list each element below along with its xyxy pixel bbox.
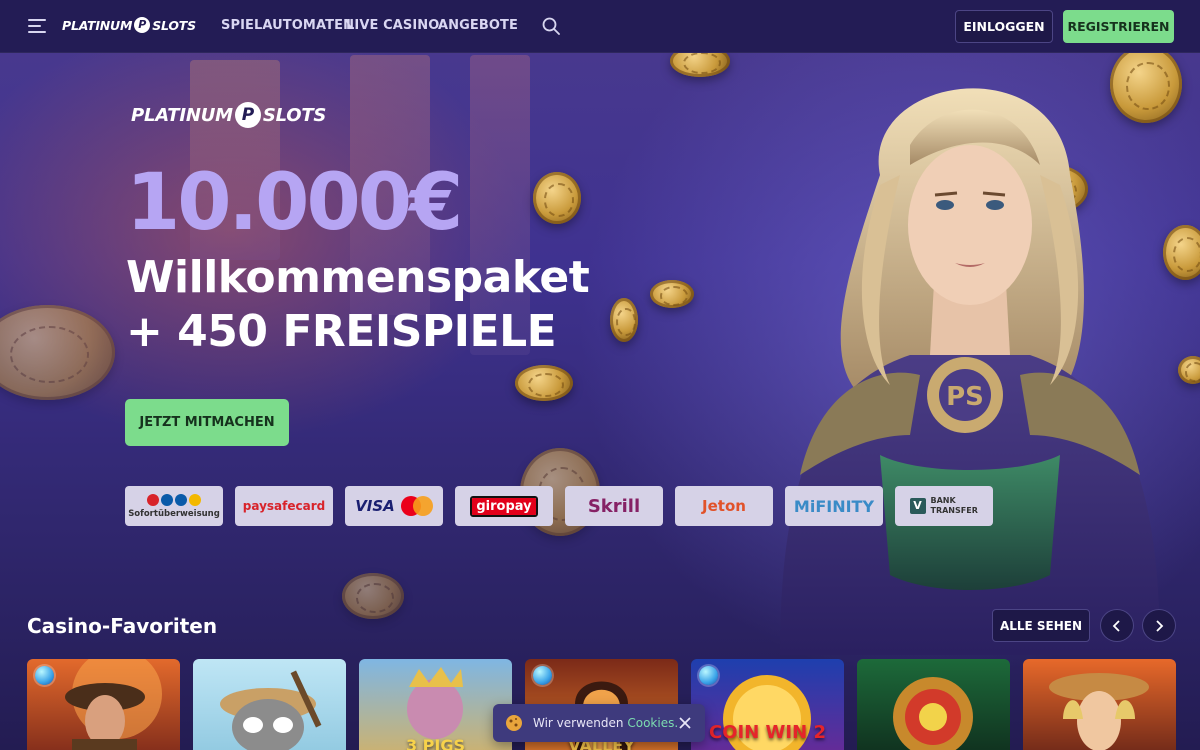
brand-logo[interactable]: PLATINUM SLOTS: [62, 17, 196, 33]
carousel-next-button[interactable]: [1142, 609, 1176, 642]
payment-paysafecard-label: paysafecard: [242, 499, 326, 513]
brand-logo-left-text: PLATINUM: [62, 17, 133, 33]
brand-logo-right-text: SLOTS: [152, 17, 196, 33]
hero-logo-left-text: PLATINUM: [131, 104, 233, 126]
gold-coin-icon: [0, 305, 115, 400]
bonus-amount: 10.000€: [126, 158, 463, 248]
close-icon[interactable]: [677, 715, 693, 731]
cookie-policy-link[interactable]: Cookies.: [627, 716, 678, 730]
carousel-prev-button[interactable]: [1100, 609, 1134, 642]
gold-coin-icon: [342, 573, 404, 619]
bank-icon: V: [909, 498, 926, 514]
hamburger-menu-icon[interactable]: [28, 19, 46, 33]
game-title: 3 PIGS: [405, 736, 466, 750]
payment-sofort-label: Sofortüberweisung: [128, 508, 220, 519]
nav-link-spielautomaten[interactable]: SPIELAUTOMATEN: [221, 18, 354, 33]
payment-giropay-label: giropay: [472, 497, 536, 515]
nav-link-live-casino[interactable]: LIVE CASINO: [346, 18, 439, 33]
payment-methods: Sofortüberweisung paysafecard VISA girop…: [125, 486, 993, 526]
game-tile[interactable]: [1023, 659, 1176, 750]
gold-coin-icon: [533, 172, 581, 224]
jackpot-badge-icon: [699, 666, 718, 685]
game-tile[interactable]: [857, 659, 1010, 750]
game-tile[interactable]: [193, 659, 346, 750]
register-button[interactable]: REGISTRIEREN: [1063, 10, 1174, 43]
cookie-icon: [506, 715, 522, 731]
gold-coin-icon: [610, 298, 638, 342]
game-thumbnail: [1049, 673, 1149, 750]
brand-gear-icon: [134, 17, 151, 33]
hero-brand-gear-icon: [234, 102, 261, 128]
payment-jeton-logo: Jeton: [675, 486, 773, 526]
payment-skrill-label: Skrill: [587, 495, 641, 517]
chevron-right-icon: [1156, 619, 1164, 632]
cookie-message: Wir verwenden Cookies.: [533, 716, 678, 730]
chevron-left-icon: [1112, 619, 1120, 632]
svg-text:PS: PS: [946, 382, 984, 412]
payment-sofort-logo: Sofortüberweisung: [125, 486, 223, 526]
search-icon[interactable]: [542, 17, 560, 35]
cookie-text: Wir verwenden: [533, 716, 624, 730]
payment-mifinity-logo: MiFINITY: [785, 486, 883, 526]
join-now-button[interactable]: JETZT MITMACHEN: [125, 399, 289, 446]
favorites-section-title: Casino-Favoriten: [27, 614, 218, 638]
game-tile[interactable]: COIN WIN 2: [691, 659, 844, 750]
payment-giropay-logo: giropay: [455, 486, 553, 526]
cookie-banner: Wir verwenden Cookies.: [493, 704, 705, 742]
game-thumbnail: [220, 670, 322, 750]
payment-visa-mastercard-logo: VISA: [345, 486, 443, 526]
top-navigation-bar: PLATINUM SLOTS SPIELAUTOMATEN LIVE CASIN…: [0, 0, 1200, 53]
login-button[interactable]: EINLOGGEN: [955, 10, 1053, 43]
payment-skrill-logo: Skrill: [565, 486, 663, 526]
payment-bank-transfer-label: BANK TRANSFER: [930, 496, 978, 515]
game-thumbnail: [893, 677, 973, 750]
payment-mifinity-label: MiFINITY: [793, 496, 875, 516]
payment-paysafecard-logo: paysafecard: [235, 486, 333, 526]
game-tile[interactable]: [27, 659, 180, 750]
payment-jeton-label: Jeton: [702, 497, 746, 515]
game-tile[interactable]: 3 PIGS: [359, 659, 512, 750]
game-title: COIN WIN 2: [709, 722, 826, 743]
hero-logo-right-text: SLOTS: [262, 104, 327, 126]
heroine-illustration: PS: [780, 88, 1160, 655]
gold-coin-icon: [650, 280, 694, 308]
gold-coin-icon: [1178, 356, 1200, 384]
see-all-button[interactable]: ALLE SEHEN: [992, 609, 1090, 642]
payment-visa-label: VISA: [355, 497, 395, 515]
welcome-package-heading: Willkommenspaket: [126, 252, 590, 303]
jackpot-badge-icon: [533, 666, 552, 685]
free-spins-heading: + 450 FREISPIELE: [126, 306, 557, 357]
payment-bank-transfer-logo: V BANK TRANSFER: [895, 486, 993, 526]
nav-link-angebote[interactable]: ANGEBOTE: [438, 18, 518, 33]
hero-brand-logo: PLATINUM SLOTS: [131, 102, 326, 128]
jackpot-badge-icon: [35, 666, 54, 685]
mastercard-icon: [400, 496, 433, 516]
gold-coin-icon: [515, 365, 573, 401]
